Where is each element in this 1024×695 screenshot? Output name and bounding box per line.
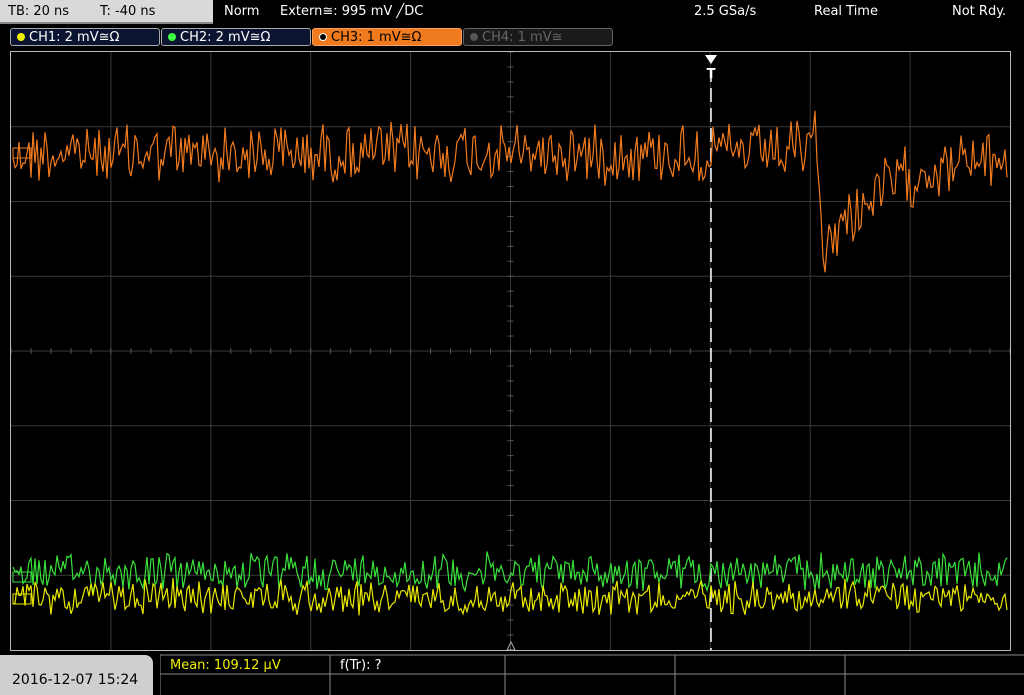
timebase-panel[interactable]: TB: 20 ns T: -40 ns: [0, 0, 213, 24]
channel-4-button[interactable]: CH4: 1 mV≅: [463, 28, 613, 46]
channel-4-label: CH4: 1 mV≅: [482, 30, 563, 45]
trigger-source[interactable]: Extern≅: 995 mV ╱DC: [280, 4, 423, 19]
datetime-label: 2016-12-07 15:24: [12, 672, 139, 688]
trigger-marker-label: T: [707, 67, 716, 82]
acquisition-mode: Real Time: [814, 4, 878, 19]
channel-1-button[interactable]: CH1: 2 mV≅Ω: [10, 28, 160, 46]
channel-2-label: CH2: 2 mV≅Ω: [180, 30, 271, 45]
top-status-bar: TB: 20 ns T: -40 ns Norm Extern≅: 995 mV…: [0, 0, 1024, 24]
run-status: Not Rdy.: [952, 4, 1007, 19]
measurement-grid: [160, 654, 1024, 695]
channel-1-label: CH1: 2 mV≅Ω: [29, 30, 120, 45]
graticule: [11, 52, 1010, 650]
timebase-label: TB: 20 ns: [8, 4, 70, 19]
trigger-position-label: T: -40 ns: [100, 4, 156, 19]
waveform-display[interactable]: T: [10, 51, 1011, 651]
trigger-mode[interactable]: Norm: [224, 4, 259, 19]
trigger-arrow-icon: [705, 55, 717, 64]
channel-3-dot-icon: [319, 33, 327, 41]
channel-3-label: CH3: 1 mV≅Ω: [331, 30, 422, 45]
waveform-plot: T: [11, 52, 1010, 650]
channel-3-button[interactable]: CH3: 1 mV≅Ω: [312, 28, 462, 46]
channel-3-offset-marker[interactable]: [12, 147, 32, 159]
channel-2-button[interactable]: CH2: 2 mV≅Ω: [161, 28, 311, 46]
datetime-panel: 2016-12-07 15:24: [0, 655, 153, 695]
sample-rate: 2.5 GSa/s: [694, 4, 757, 19]
channel-4-dot-icon: [470, 33, 478, 41]
frequency-measurement[interactable]: f(Tr): ?: [340, 658, 382, 673]
channel-bar: CH1: 2 mV≅Ω CH2: 2 mV≅Ω CH3: 1 mV≅Ω CH4:…: [0, 24, 1024, 50]
mean-measurement[interactable]: Mean: 109.12 µV: [170, 658, 281, 673]
channel-1-dot-icon: [17, 33, 25, 41]
channel-2-dot-icon: [168, 33, 176, 41]
